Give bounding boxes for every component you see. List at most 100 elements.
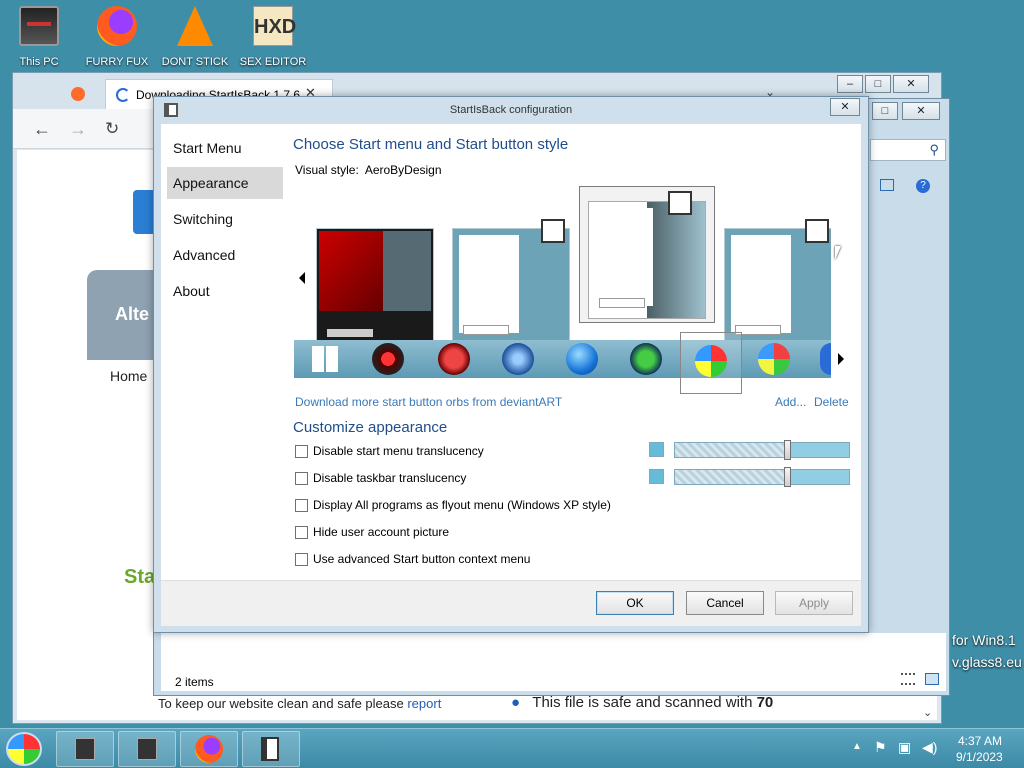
scroll-down-icon[interactable]: ⌄ <box>923 706 932 719</box>
windows7-blue-orb[interactable] <box>758 343 790 375</box>
selected-orb-frame[interactable] <box>680 332 742 394</box>
download-orbs-link[interactable]: Download more start button orbs from dev… <box>295 395 562 409</box>
checkbox[interactable] <box>295 552 308 566</box>
start-menu-opacity-slider[interactable] <box>674 440 850 460</box>
partial-orb[interactable] <box>820 343 831 375</box>
option-hide-user-picture[interactable]: Hide user account picture <box>295 523 449 541</box>
checkbox[interactable] <box>295 444 308 458</box>
bullet-icon: ● <box>511 694 521 711</box>
dialog-close-button[interactable]: ✕ <box>830 98 860 116</box>
minimize-button[interactable]: – <box>837 75 863 93</box>
nav-advanced[interactable]: Advanced <box>167 239 283 271</box>
alien-orb[interactable] <box>372 343 404 375</box>
shamrock-orb[interactable] <box>630 343 662 375</box>
startisback-icon <box>261 737 279 761</box>
firefox-view-icon[interactable] <box>71 87 85 101</box>
option-advanced-context-menu[interactable]: Use advanced Start button context menu <box>295 550 530 568</box>
site-nav-home[interactable]: Home <box>110 368 147 384</box>
option-label: Display All programs as flyout menu (Win… <box>313 498 611 512</box>
firefox-icon <box>195 735 223 763</box>
nav-switching[interactable]: Switching <box>167 203 283 235</box>
help-icon[interactable]: ? <box>916 179 930 193</box>
taskbar-firefox[interactable] <box>180 731 238 767</box>
taskbar-app-4[interactable] <box>242 731 300 767</box>
explorer-close-button[interactable]: ✕ <box>902 102 940 120</box>
option-label: Disable taskbar translucency <box>313 471 467 485</box>
report-link[interactable]: report <box>407 696 441 711</box>
explorer-search-box[interactable]: ⚲ <box>870 139 946 161</box>
close-button[interactable]: ✕ <box>893 75 929 93</box>
apply-button[interactable]: Apply <box>775 591 853 615</box>
back-arrow-icon[interactable]: ← <box>33 119 51 140</box>
volume-icon[interactable]: ◀) <box>922 739 937 756</box>
preview-pane-icon[interactable] <box>880 179 894 191</box>
slider-fill <box>788 443 849 457</box>
blue-plain-orb[interactable] <box>566 343 598 375</box>
desktop-icon-furry-fux[interactable]: FURRY FUX <box>82 6 152 68</box>
hxd-editor-icon: HXD <box>253 6 296 46</box>
nav-about[interactable]: About <box>167 275 283 307</box>
nav-appearance[interactable]: Appearance <box>167 167 283 199</box>
visual-style-caption: Visual style: <box>295 163 359 177</box>
explorer-maximize-button[interactable]: □ <box>872 102 898 120</box>
reload-icon[interactable]: ↻ <box>105 119 119 139</box>
customize-heading: Customize appearance <box>293 419 448 436</box>
style-thumbnail-3-frame[interactable] <box>579 186 715 323</box>
style-heading: Choose Start menu and Start button style <box>293 136 569 153</box>
style-thumbnail-4[interactable] <box>724 219 831 346</box>
taskbar-app-2[interactable] <box>118 731 176 767</box>
style-thumbnail-1[interactable] <box>316 228 434 346</box>
option-disable-start-menu-translucency[interactable]: Disable start menu translucency <box>295 442 484 460</box>
add-orb-link[interactable]: Add... <box>775 395 806 409</box>
user-avatar-icon <box>805 219 829 243</box>
network-icon[interactable]: ▣ <box>898 739 911 756</box>
desktop-right-text-2: v.glass8.eu <box>952 654 1022 670</box>
style-thumbnail-3 <box>588 201 706 319</box>
delete-orb-link[interactable]: Delete <box>814 395 849 409</box>
desktop-icon-sex-editor[interactable]: HXD SEX EDITOR <box>238 6 308 68</box>
maximize-button[interactable]: □ <box>865 75 891 93</box>
option-disable-taskbar-translucency[interactable]: Disable taskbar translucency <box>295 469 466 487</box>
startisback-config-dialog: StartIsBack configuration ✕ Start Menu A… <box>153 96 869 633</box>
clock-date[interactable]: 9/1/2023 <box>956 750 1003 764</box>
thumbnail-search-bar <box>599 298 645 308</box>
clock-time[interactable]: 4:37 AM <box>958 734 1002 748</box>
ok-button[interactable]: OK <box>596 591 674 615</box>
checkbox[interactable] <box>295 471 308 485</box>
windows8-logo-orb[interactable] <box>312 346 338 372</box>
cancel-button[interactable]: Cancel <box>686 591 764 615</box>
desktop-icon-label: SEX EDITOR <box>239 56 307 68</box>
checkbox[interactable] <box>295 525 308 539</box>
details-view-icon[interactable] <box>901 673 915 685</box>
option-all-programs-flyout[interactable]: Display All programs as flyout menu (Win… <box>295 496 611 514</box>
style-thumbnail-2[interactable] <box>452 219 570 346</box>
red-windows-orb[interactable] <box>438 343 470 375</box>
action-center-flag-icon[interactable]: ⚑ <box>874 739 887 756</box>
desktop-icon-dont-stick[interactable]: DONT STICK <box>160 6 230 68</box>
forward-arrow-icon[interactable]: → <box>69 119 87 140</box>
start-button[interactable] <box>6 732 42 766</box>
option-label: Disable start menu translucency <box>313 444 484 458</box>
scan-note: ● This file is safe and scanned with 70 <box>511 694 773 711</box>
mouse-cursor-icon <box>835 246 841 260</box>
taskbar: ▲ ⚑ ▣ ◀) 4:37 AM 9/1/2023 <box>0 728 1024 768</box>
site-heading-fragment: Sta <box>124 566 156 588</box>
start-menu-color-swatch[interactable] <box>649 442 664 457</box>
taskbar-app-1[interactable] <box>56 731 114 767</box>
scroll-left-arrow-icon[interactable] <box>299 272 305 284</box>
option-label: Hide user account picture <box>313 525 450 539</box>
nav-start-menu[interactable]: Start Menu <box>167 132 283 164</box>
large-icons-view-icon[interactable] <box>925 673 939 685</box>
search-icon: ⚲ <box>929 142 939 157</box>
scroll-right-arrow-icon[interactable] <box>838 353 844 365</box>
scan-note-text: This file is safe and scanned with <box>532 694 753 711</box>
checkbox[interactable] <box>295 498 308 512</box>
slider-knob[interactable] <box>784 467 791 487</box>
desktop-icon-this-pc[interactable]: This PC <box>4 6 74 68</box>
blue-windows-orb[interactable] <box>502 343 534 375</box>
show-hidden-icons-arrow-icon[interactable]: ▲ <box>852 741 862 752</box>
taskbar-color-swatch[interactable] <box>649 469 664 484</box>
slider-knob[interactable] <box>784 440 791 460</box>
computer-icon <box>75 738 95 760</box>
taskbar-opacity-slider[interactable] <box>674 467 850 487</box>
